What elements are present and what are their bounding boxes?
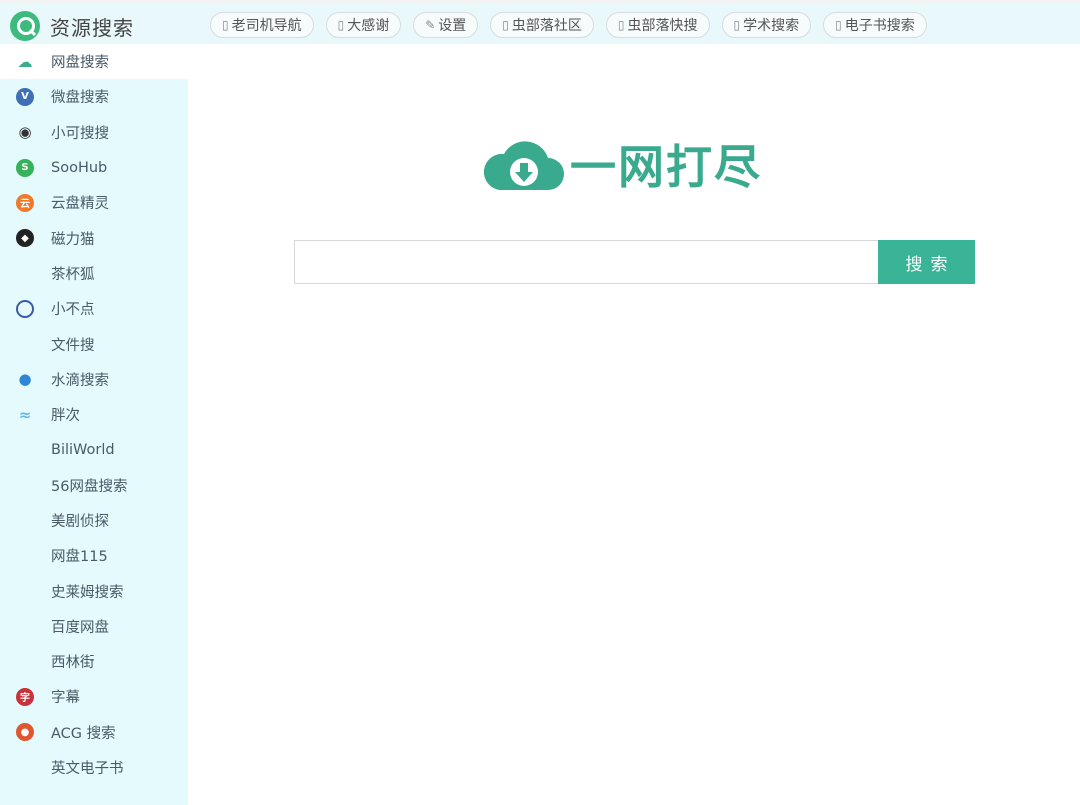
sidebar-item[interactable]: 英文电子书 [0,750,188,785]
site-logo: 一网打尽 [482,132,792,196]
sidebar-item[interactable]: S SooHub [0,150,188,185]
sidebar-item[interactable]: 西林街 [0,644,188,679]
sidebar: ☁ 网盘搜索 V 微盘搜索 ◉ 小可搜搜 S SooHub 云云盘精灵 ◆ 磁力猫茶杯狐小不点文件搜… [0,44,188,805]
sidebar-item-label: 文件搜 [51,337,95,354]
top-link-settings[interactable]: ✎ 设置 [413,12,479,38]
sidebar-item-label: 胖次 [51,408,80,425]
sidebar-item[interactable]: 美剧侦探 [0,503,188,538]
cloud-icon: ☁ [17,52,33,71]
sidebar-item-label: 茶杯狐 [51,266,95,283]
sidebar-item[interactable]: 小不点 [0,291,188,326]
blank-icon [16,512,34,530]
sidebar-item[interactable]: 史莱姆搜索 [0,573,188,608]
sidebar-item[interactable]: ● 水滴搜索 [0,362,188,397]
bookmark-icon: ▯ [222,18,229,32]
blank-icon [16,547,34,565]
sidebar-item-label: 小不点 [51,302,95,319]
brand-title: 资源搜索 [50,15,134,40]
blank-icon [16,759,34,777]
blank-icon [16,653,34,671]
acg-icon: ● [16,723,34,742]
sidebar-item[interactable]: ◉ 小可搜搜 [0,115,188,150]
search-logo-icon [10,11,40,41]
bookmark-icon: ▯ [835,18,842,32]
blank-icon [16,335,34,353]
sidebar-item-label: 微盘搜索 [51,90,109,107]
sidebar-item[interactable]: 网盘115 [0,538,188,573]
sidebar-item-label: 56网盘搜索 [51,478,128,495]
sidebar-item-label: 水滴搜索 [51,372,109,389]
bookmark-icon: ▯ [617,18,625,32]
pencil-icon: ✎ [425,18,436,32]
ring-icon [16,299,34,318]
blank-icon [16,264,34,282]
sidebar-item-label: 西林街 [51,655,95,672]
sidebar-item[interactable]: 百度网盘 [0,609,188,644]
sidebar-item[interactable]: 56网盘搜索 [0,468,188,503]
sidebar-item-label: 云盘精灵 [51,196,109,213]
search-button[interactable]: 搜索 [878,240,975,284]
sidebar-item-label: 美剧侦探 [51,514,109,530]
sidebar-item-label: 字幕 [51,690,80,707]
brand[interactable]: 资源搜索 [10,8,134,44]
blank-icon [16,582,34,600]
main-content: 一网打尽 搜索 [188,44,1080,805]
cloud-download-icon [483,141,564,190]
sidebar-item[interactable]: 文件搜 [0,326,188,361]
v-badge-icon: V [16,87,34,106]
cat-icon: ◆ [16,229,34,248]
blank-icon [16,476,34,494]
sidebar-item-label: 英文电子书 [51,761,124,778]
top-link-academic-search[interactable]: ▯ 学术搜索 [721,12,812,38]
blank-icon [16,441,34,459]
top-bar: 资源搜索 ▯ 老司机导航 ▯ 大感谢 ✎ 设置 ▯ 虫部落社区 ▯ 虫部落快搜 ▯ 学术搜索… [0,0,1080,44]
sidebar-item-label: 百度网盘 [51,619,109,636]
top-link-ebook-search[interactable]: ▯ 电子书搜索 [823,12,927,38]
sidebar-item[interactable]: V 微盘搜索 [0,79,188,114]
logo-text: 一网打尽 [570,140,762,194]
sidebar-item-label: SooHub [51,159,108,176]
wave-icon: ≈ [18,405,32,424]
bookmark-icon: ▯ [502,18,509,32]
s-circle-icon: S [16,158,34,177]
sidebar-item-label: ACG 搜索 [51,725,116,742]
top-link-thanks[interactable]: ▯ 大感谢 [325,12,402,38]
eye-icon: ◉ [18,123,32,142]
top-link-quick-search[interactable]: ▯ 虫部落快搜 [605,12,710,38]
sidebar-item-label: 史莱姆搜索 [51,584,124,601]
sidebar-item-label: 网盘115 [51,549,108,566]
bookmark-icon: ▯ [337,18,345,32]
sidebar-item-label: 小可搜搜 [51,125,109,142]
top-link-driver-nav[interactable]: ▯ 老司机导航 [210,12,314,38]
search-input[interactable] [294,240,879,284]
sidebar-item-label: BiliWorld [51,441,115,458]
sidebar-item[interactable]: 云云盘精灵 [0,185,188,220]
sidebar-item[interactable]: BiliWorld [0,432,188,467]
sidebar-item[interactable]: 字字幕 [0,679,188,714]
sidebar-item[interactable]: ● ACG 搜索 [0,715,188,750]
blank-icon [16,617,34,635]
water-drop-icon: ● [18,370,32,389]
sidebar-item-label: 磁力猫 [51,231,95,248]
sidebar-item[interactable]: ◆ 磁力猫 [0,220,188,255]
bookmark-icon: ▯ [733,18,741,32]
sidebar-item[interactable]: ☁ 网盘搜索 [0,44,188,80]
subtitle-icon: 字 [16,687,34,706]
top-link-community[interactable]: ▯ 虫部落社区 [490,12,594,38]
top-links: ▯ 老司机导航 ▯ 大感谢 ✎ 设置 ▯ 虫部落社区 ▯ 虫部落快搜 ▯ 学术搜索 ▯ 电子书… [210,11,927,39]
sidebar-item-label: 网盘搜索 [51,55,109,72]
cloud-sprite-icon: 云 [16,193,34,212]
sidebar-item[interactable]: ≈ 胖次 [0,397,188,432]
sidebar-item[interactable]: 茶杯狐 [0,256,188,291]
